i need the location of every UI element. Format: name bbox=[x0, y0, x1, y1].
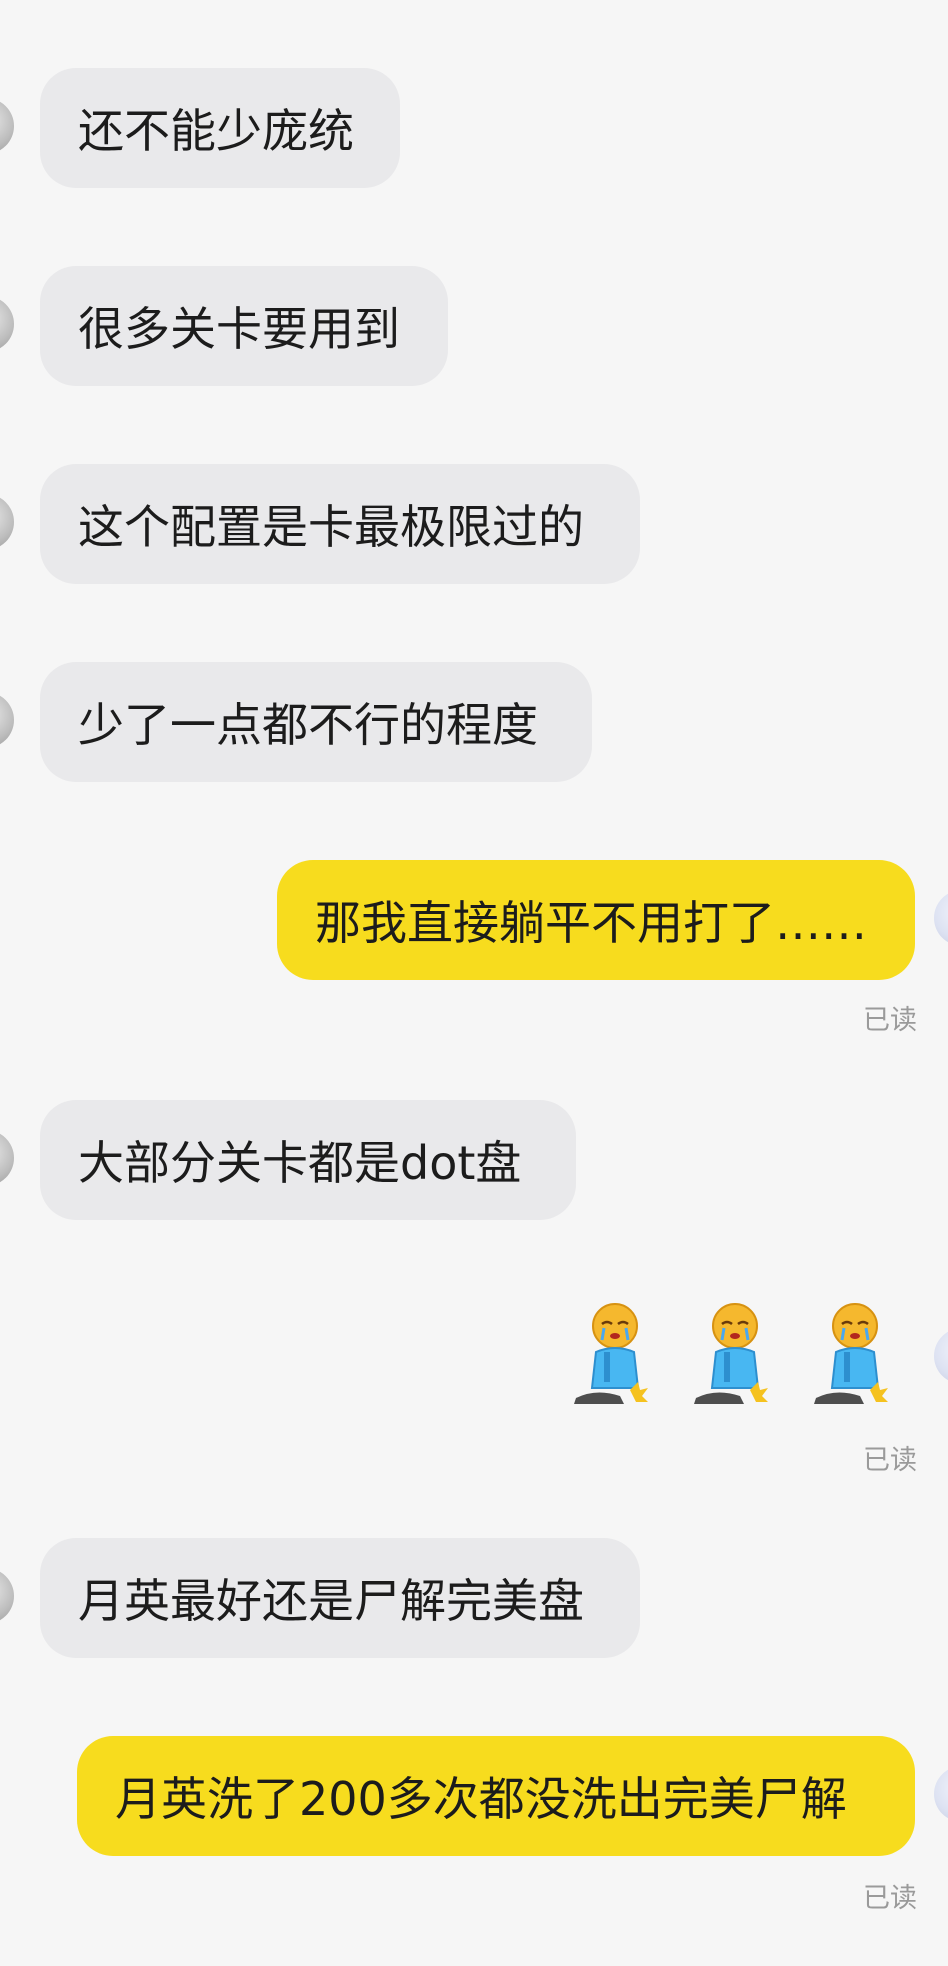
user-avatar[interactable] bbox=[934, 890, 948, 946]
incoming-message-bubble[interactable]: 月英最好还是尸解完美盘 bbox=[40, 1538, 640, 1658]
contact-avatar[interactable] bbox=[0, 1568, 14, 1624]
contact-avatar[interactable] bbox=[0, 98, 14, 154]
incoming-message-bubble[interactable]: 还不能少庞统 bbox=[40, 68, 400, 188]
contact-avatar[interactable] bbox=[0, 296, 14, 352]
incoming-message-bubble[interactable]: 这个配置是卡最极限过的 bbox=[40, 464, 640, 584]
outgoing-message-bubble[interactable]: 月英洗了200多次都没洗出完美尸解 bbox=[77, 1736, 915, 1856]
incoming-message-bubble[interactable]: 少了一点都不行的程度 bbox=[40, 662, 592, 782]
incoming-message-bubble[interactable]: 很多关卡要用到 bbox=[40, 266, 448, 386]
user-avatar[interactable] bbox=[934, 1766, 948, 1822]
read-status: 已读 bbox=[863, 1883, 917, 1914]
contact-avatar[interactable] bbox=[0, 692, 14, 748]
crying-kneel-sticker[interactable] bbox=[570, 1302, 650, 1412]
read-status: 已读 bbox=[863, 1445, 917, 1476]
outgoing-message-bubble[interactable]: 那我直接躺平不用打了…… bbox=[277, 860, 915, 980]
crying-kneel-sticker[interactable] bbox=[690, 1302, 770, 1412]
user-avatar[interactable] bbox=[934, 1328, 948, 1384]
crying-kneel-sticker[interactable] bbox=[810, 1302, 890, 1412]
read-status: 已读 bbox=[863, 1005, 917, 1036]
incoming-message-bubble[interactable]: 大部分关卡都是dot盘 bbox=[40, 1100, 576, 1220]
contact-avatar[interactable] bbox=[0, 494, 14, 550]
contact-avatar[interactable] bbox=[0, 1130, 14, 1186]
